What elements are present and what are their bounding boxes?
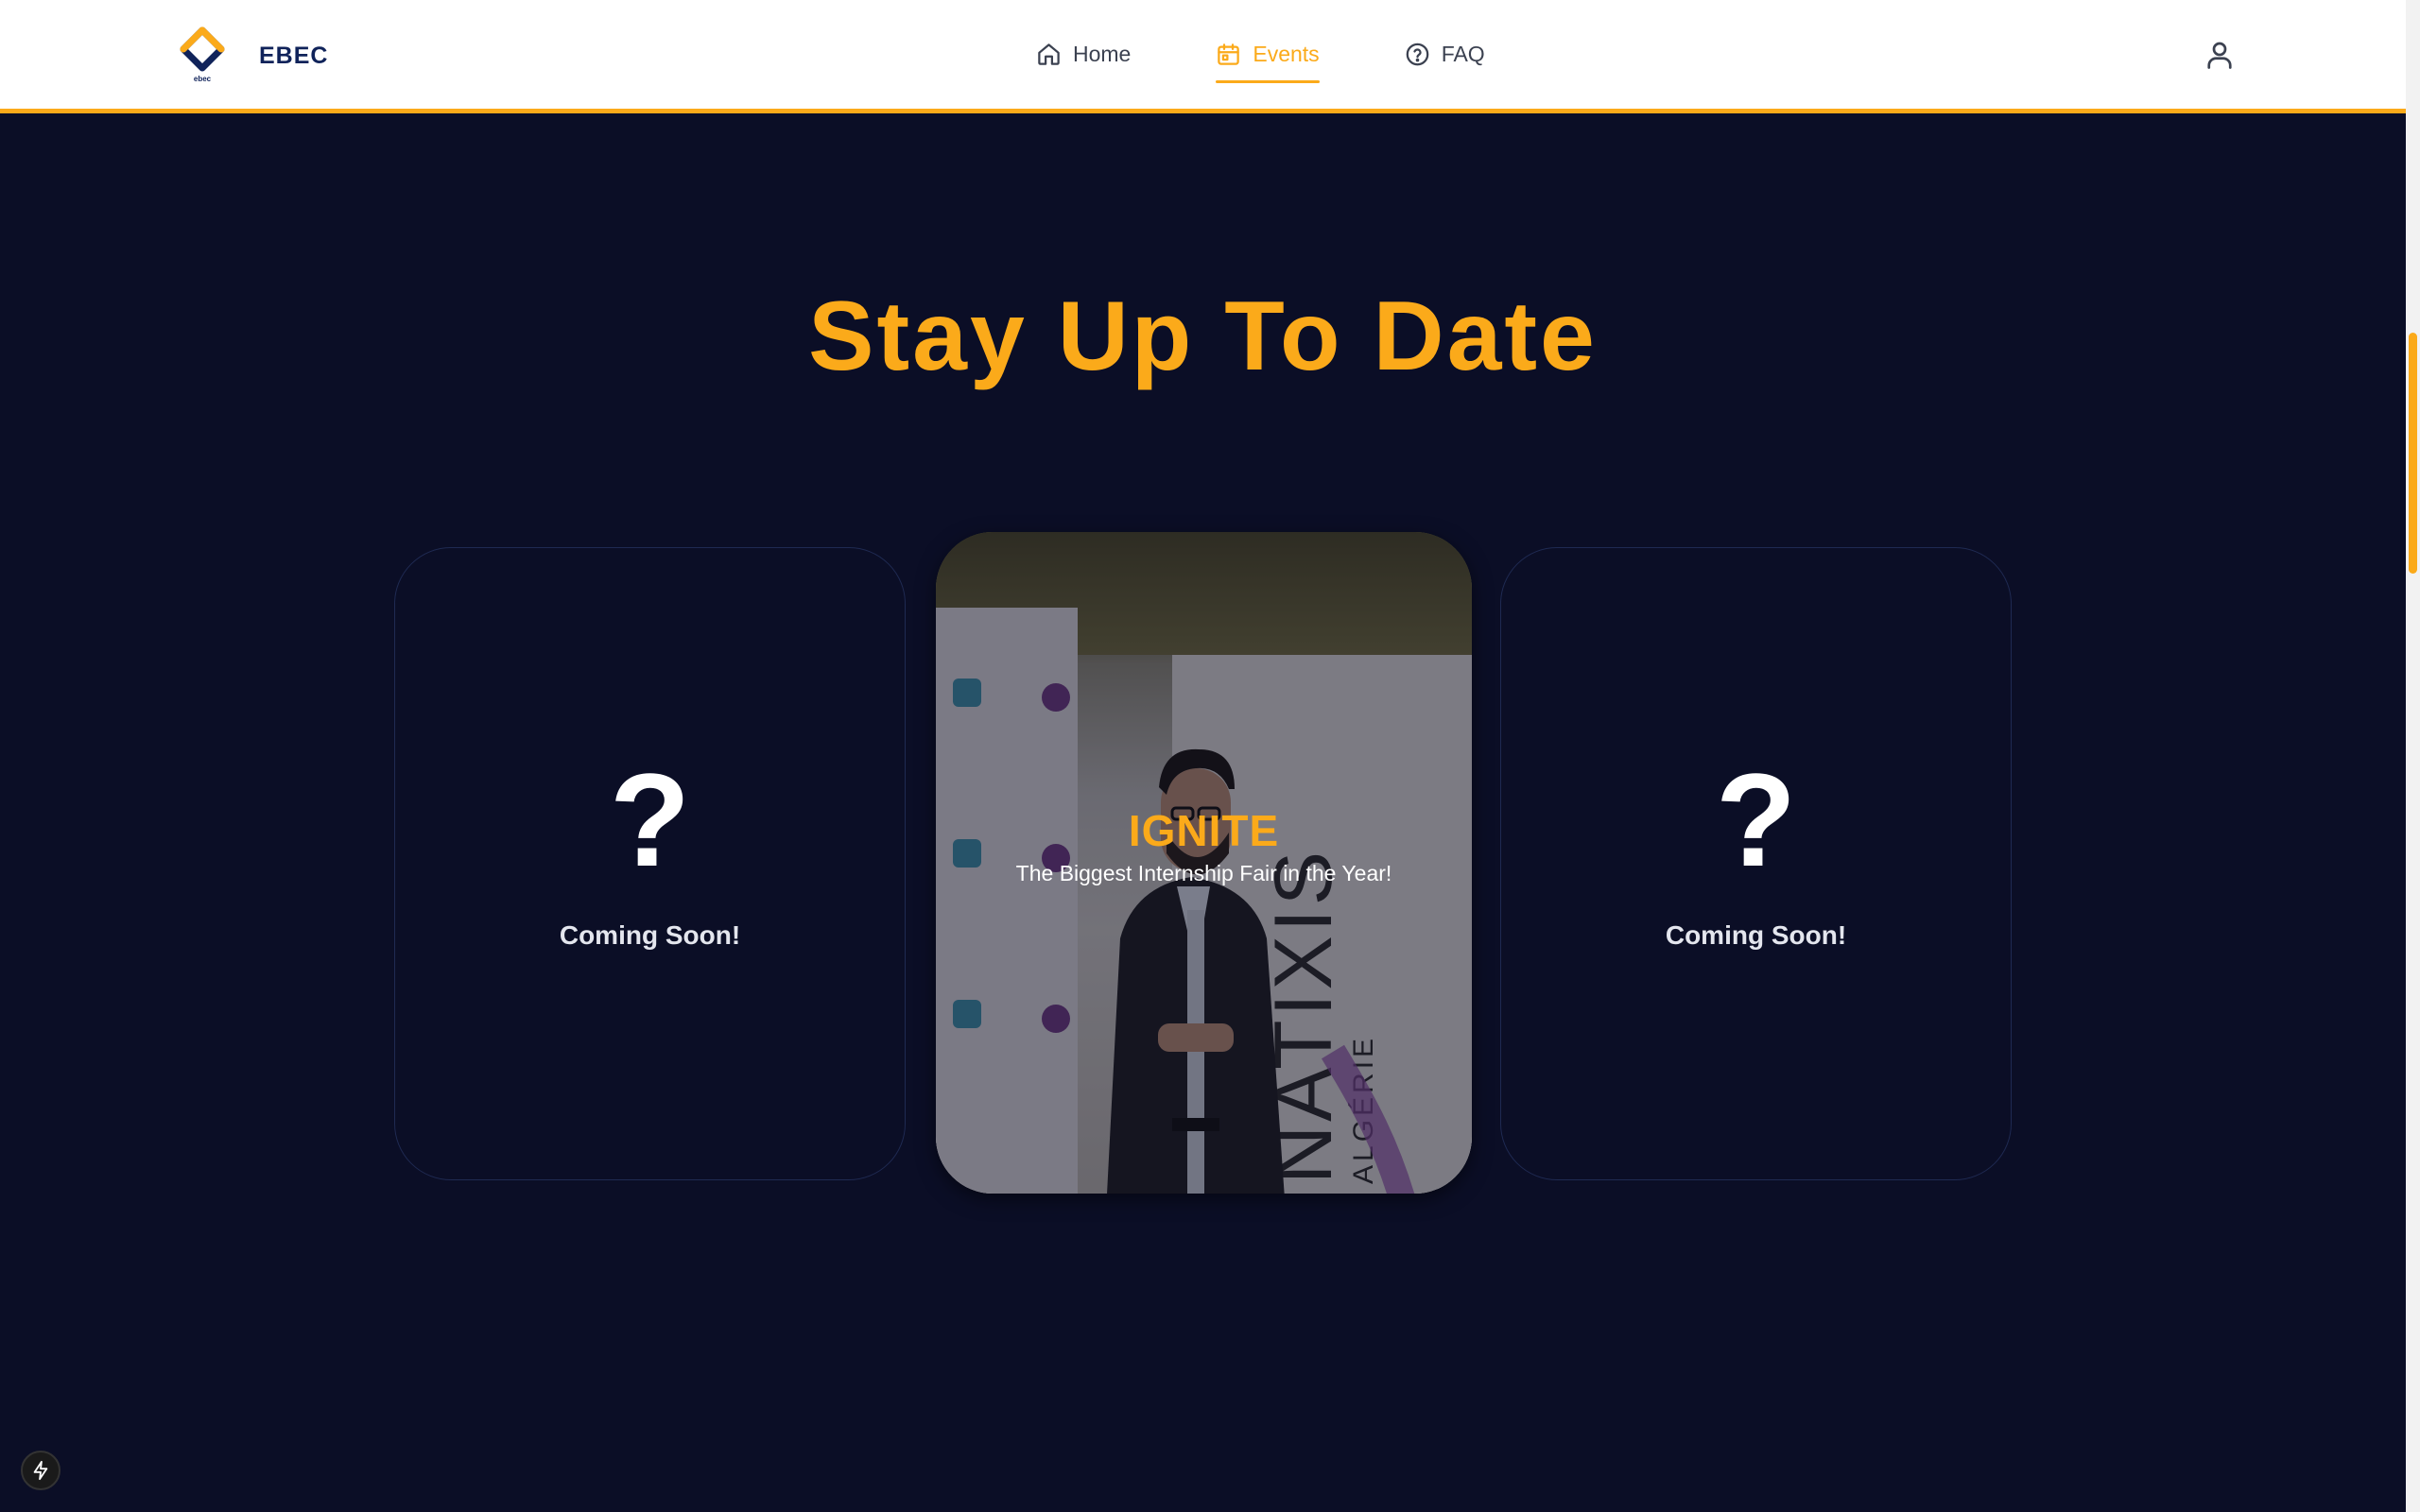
question-mark-icon: ?	[609, 746, 691, 894]
home-icon	[1038, 43, 1060, 65]
section-title: Stay Up To Date	[808, 282, 1598, 391]
main-nav: Home Events FAQ	[1036, 0, 1485, 109]
nav-faq[interactable]: FAQ	[1405, 26, 1485, 83]
logo-caption: ebec	[194, 75, 212, 83]
user-icon	[2207, 42, 2232, 69]
dev-tools-badge[interactable]	[21, 1451, 60, 1490]
brand-name: EBEC	[259, 42, 329, 69]
coming-soon-label: Coming Soon!	[559, 920, 741, 950]
brand[interactable]: ebec EBEC	[176, 26, 328, 85]
nav-events[interactable]: Events	[1216, 26, 1321, 83]
nav-home[interactable]: Home	[1036, 26, 1131, 83]
event-card-ignite[interactable]: NATIXIS ALGÉRIE IGNITE The Biggest Inter…	[936, 532, 1472, 1194]
scrollbar-thumb[interactable]	[2409, 333, 2417, 574]
question-mark-icon: ?	[1715, 746, 1797, 894]
nav-faq-label: FAQ	[1441, 42, 1485, 66]
ebec-logo-icon: ebec	[180, 26, 225, 83]
nav-home-label: Home	[1073, 42, 1132, 66]
event-subtitle: The Biggest Internship Fair in the Year!	[1015, 861, 1392, 885]
lightning-icon	[33, 1460, 48, 1481]
event-title: IGNITE	[1128, 806, 1280, 855]
calendar-icon	[1218, 43, 1240, 65]
top-navbar: ebec EBEC Home Events FAQ	[0, 0, 2406, 113]
page-scrollbar[interactable]	[2406, 0, 2420, 1512]
user-account-button[interactable]	[2203, 38, 2237, 72]
nav-events-label: Events	[1253, 42, 1320, 66]
event-card-coming-soon-right[interactable]: ? Coming Soon!	[1500, 547, 2012, 1180]
event-card-text: IGNITE The Biggest Internship Fair in th…	[936, 806, 1472, 886]
help-circle-icon	[1406, 43, 1428, 66]
event-card-coming-soon-left[interactable]: ? Coming Soon!	[394, 547, 906, 1180]
coming-soon-label: Coming Soon!	[1665, 920, 1847, 950]
